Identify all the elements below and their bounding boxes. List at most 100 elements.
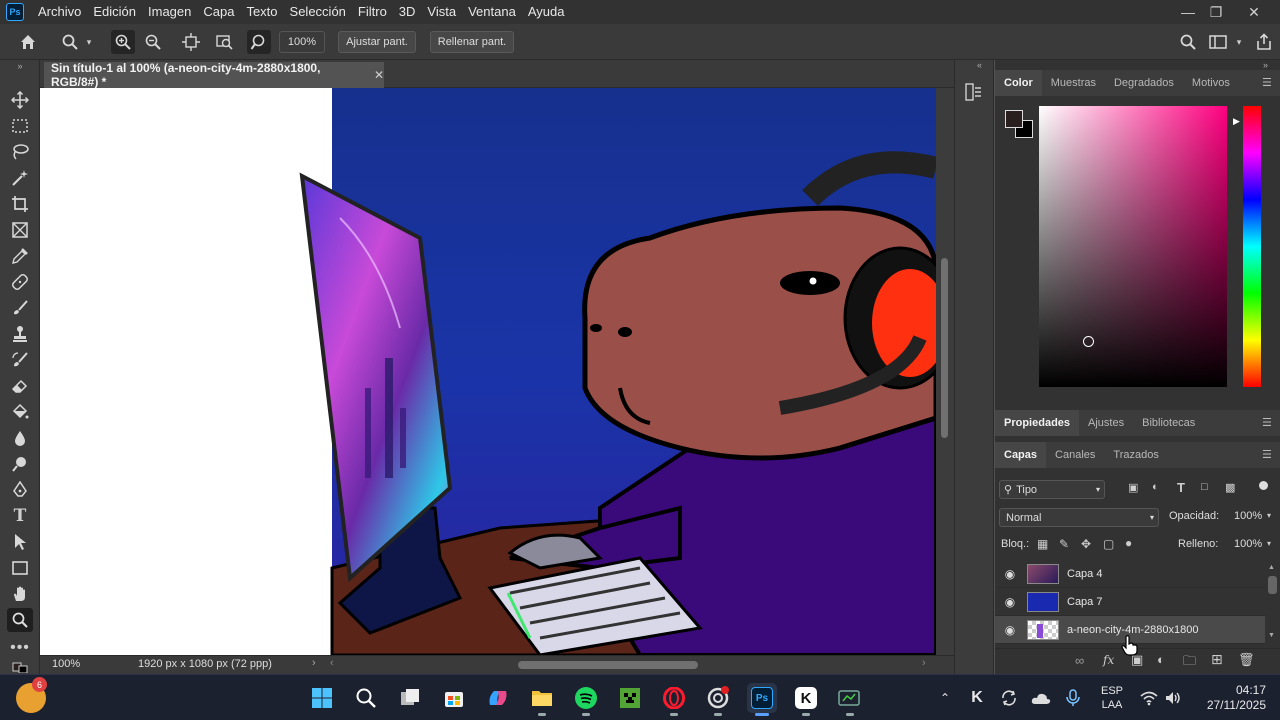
- onedrive-tray-icon[interactable]: [1030, 683, 1052, 713]
- crop-tool-icon[interactable]: [7, 192, 33, 216]
- kick-tray-icon[interactable]: K: [966, 683, 988, 713]
- fg-bg-swatches[interactable]: [1005, 110, 1035, 140]
- lock-all-icon[interactable]: ●: [1125, 536, 1132, 550]
- properties-panel-menu-icon[interactable]: ☰: [1262, 416, 1274, 429]
- zoom-tool-icon[interactable]: [7, 608, 33, 632]
- taskbar-search-icon[interactable]: [351, 683, 381, 713]
- tab-color[interactable]: Color: [995, 70, 1042, 96]
- workspace-icon[interactable]: [1206, 30, 1230, 54]
- layers-scroll-down-icon[interactable]: ▼: [1268, 632, 1275, 639]
- lock-transparent-pixels-icon[interactable]: ▦: [1037, 537, 1048, 551]
- history-panel-icon[interactable]: [964, 82, 984, 105]
- status-menu-chevron-icon[interactable]: ›: [312, 657, 316, 669]
- brush-tool-icon[interactable]: [7, 296, 33, 320]
- copilot-weather-icon[interactable]: 6: [16, 677, 47, 713]
- menu-edicion[interactable]: Edición: [87, 0, 142, 24]
- zoom-all-windows-icon[interactable]: [213, 30, 237, 54]
- lock-position-icon[interactable]: ✥: [1081, 537, 1091, 551]
- show-hidden-icons-chevron-icon[interactable]: ⌃: [936, 683, 954, 713]
- file-explorer-icon[interactable]: [527, 683, 557, 716]
- microphone-tray-icon[interactable]: [1062, 683, 1084, 713]
- paint-bucket-tool-icon[interactable]: [7, 400, 33, 424]
- more-tools-icon[interactable]: •••: [7, 636, 33, 660]
- resize-windows-icon[interactable]: [179, 30, 203, 54]
- healing-brush-tool-icon[interactable]: [7, 270, 33, 294]
- opacity-chevron-icon[interactable]: ▾: [1267, 511, 1271, 520]
- scroll-left-icon[interactable]: ‹: [330, 657, 334, 669]
- photoshop-taskbar-icon[interactable]: Ps: [747, 683, 777, 716]
- color-picker-cursor[interactable]: [1083, 336, 1094, 347]
- menu-seleccion[interactable]: Selección: [284, 0, 352, 24]
- eye-icon[interactable]: ◉: [995, 595, 1025, 609]
- layer-filter-dropdown[interactable]: ⚲ Tipo ▾: [999, 480, 1105, 499]
- layer-row[interactable]: ◉ Capa 7: [995, 588, 1265, 616]
- scrubby-zoom-icon[interactable]: [247, 30, 271, 54]
- copilot-icon[interactable]: [483, 683, 513, 713]
- menu-archivo[interactable]: Archivo: [32, 0, 87, 24]
- menu-ventana[interactable]: Ventana: [462, 0, 522, 24]
- path-selection-tool-icon[interactable]: [7, 530, 33, 554]
- vertical-scroll-thumb[interactable]: [941, 258, 948, 438]
- menu-3d[interactable]: 3D: [393, 0, 422, 24]
- color-panel-menu-icon[interactable]: ☰: [1262, 76, 1274, 89]
- lasso-tool-icon[interactable]: [7, 140, 33, 164]
- tab-ajustes[interactable]: Ajustes: [1079, 410, 1133, 436]
- vertical-scrollbar[interactable]: [936, 88, 954, 655]
- layer-style-fx-button[interactable]: fx: [1103, 653, 1114, 667]
- tab-motivos[interactable]: Motivos: [1183, 70, 1239, 96]
- tab-muestras[interactable]: Muestras: [1042, 70, 1105, 96]
- rectangle-tool-icon[interactable]: [7, 556, 33, 580]
- clock[interactable]: 04:17 27/11/2025: [1192, 683, 1266, 713]
- fill-value[interactable]: 100%: [1234, 538, 1262, 550]
- magic-wand-tool-icon[interactable]: [7, 166, 33, 190]
- windows-start-icon[interactable]: [307, 683, 337, 713]
- share-icon[interactable]: [1252, 30, 1276, 54]
- wifi-icon[interactable]: [1138, 683, 1160, 713]
- link-layers-icon[interactable]: ∞: [1075, 653, 1084, 668]
- lock-artboard-icon[interactable]: ▢: [1103, 537, 1114, 551]
- layers-scroll-thumb[interactable]: [1268, 576, 1277, 594]
- nvidia-overlay-icon[interactable]: [835, 683, 865, 716]
- chevron-down-icon[interactable]: ▾: [82, 30, 96, 54]
- blend-mode-dropdown[interactable]: Normal ▾: [999, 508, 1159, 527]
- fill-chevron-icon[interactable]: ▾: [1267, 539, 1271, 548]
- menu-texto[interactable]: Texto: [240, 0, 283, 24]
- opacity-value[interactable]: 100%: [1234, 510, 1262, 522]
- pen-tool-icon[interactable]: [7, 478, 33, 502]
- layers-panel-menu-icon[interactable]: ☰: [1262, 448, 1274, 461]
- tab-bibliotecas[interactable]: Bibliotecas: [1133, 410, 1204, 436]
- menu-imagen[interactable]: Imagen: [142, 0, 197, 24]
- eye-icon[interactable]: ◉: [995, 567, 1025, 581]
- zoom-in-icon[interactable]: [111, 30, 135, 54]
- tab-capas[interactable]: Capas: [995, 442, 1047, 468]
- foreground-color-swatch[interactable]: [1005, 110, 1023, 128]
- document-tab[interactable]: Sin título-1 al 100% (a-neon-city-4m-288…: [44, 61, 384, 89]
- volume-icon[interactable]: [1162, 683, 1184, 713]
- frame-tool-icon[interactable]: [7, 218, 33, 242]
- tab-degradados[interactable]: Degradados: [1105, 70, 1183, 96]
- collapse-right-icon[interactable]: »: [1263, 60, 1268, 70]
- hue-slider[interactable]: [1243, 106, 1261, 387]
- filter-toggle-icon[interactable]: [1259, 481, 1268, 490]
- layer-row[interactable]: ◉ Capa 4: [995, 560, 1265, 588]
- layer-name[interactable]: Capa 4: [1067, 568, 1102, 580]
- move-tool-icon[interactable]: [7, 88, 33, 112]
- clone-stamp-tool-icon[interactable]: [7, 322, 33, 346]
- kick-app-icon[interactable]: K: [791, 683, 821, 716]
- tab-trazados[interactable]: Trazados: [1104, 442, 1167, 468]
- dodge-tool-icon[interactable]: [7, 452, 33, 476]
- filter-shape-layer-icon[interactable]: □: [1201, 481, 1208, 493]
- delete-layer-icon[interactable]: 🗑: [1238, 652, 1255, 668]
- zoom-tool-preset-icon[interactable]: [58, 30, 82, 54]
- sync-tray-icon[interactable]: [998, 683, 1020, 713]
- zoom-out-icon[interactable]: [141, 30, 165, 54]
- eye-icon[interactable]: ◉: [995, 623, 1025, 637]
- type-tool-icon[interactable]: T: [7, 504, 33, 528]
- filter-type-layer-icon[interactable]: T: [1177, 480, 1185, 495]
- fill-screen-button[interactable]: Rellenar pant.: [430, 31, 514, 53]
- filter-smart-object-icon[interactable]: ▩: [1225, 481, 1235, 494]
- color-swatches-mini-icon[interactable]: [7, 660, 33, 674]
- eraser-tool-icon[interactable]: [7, 374, 33, 398]
- collapse-toolbar-icon[interactable]: »: [7, 60, 33, 72]
- layer-name[interactable]: Capa 7: [1067, 596, 1102, 608]
